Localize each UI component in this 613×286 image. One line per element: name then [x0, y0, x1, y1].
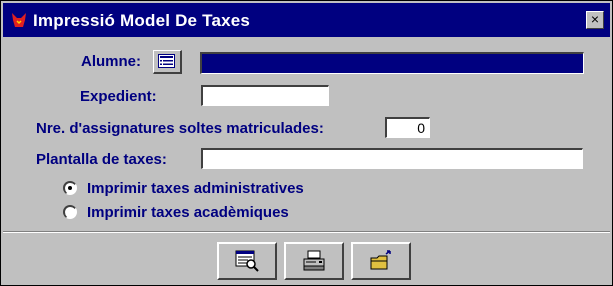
expedient-label: Expedient: [80, 88, 157, 105]
preview-icon [235, 250, 259, 272]
printer-icon [303, 250, 325, 271]
alumne-field[interactable] [200, 52, 584, 74]
separator [3, 231, 610, 233]
radio-button-administratives[interactable] [63, 181, 77, 195]
nre-assignatures-field[interactable] [385, 117, 430, 138]
radio-button-academiques[interactable] [63, 205, 77, 219]
close-icon: × [590, 11, 600, 27]
open-folder-icon [370, 250, 391, 270]
preview-button[interactable] [217, 242, 277, 280]
expedient-field[interactable] [201, 85, 329, 106]
radio-label-administratives: Imprimir taxes administratives [87, 180, 304, 197]
list-icon [158, 54, 175, 68]
print-button[interactable] [284, 242, 344, 280]
close-button[interactable]: × [586, 11, 604, 29]
title-bar[interactable]: Impressió Model De Taxes × [3, 3, 610, 37]
alumne-label: Alumne: [81, 53, 141, 70]
plantilla-field[interactable] [201, 148, 583, 169]
alumne-lookup-button[interactable] [153, 50, 182, 74]
open-folder-button[interactable] [351, 242, 411, 280]
window-title: Impressió Model De Taxes [33, 11, 251, 30]
radio-label-academiques: Imprimir taxes acadèmiques [87, 204, 289, 221]
app-icon [9, 10, 29, 30]
nre-assignatures-label: Nre. d'assignatures soltes matriculades: [36, 120, 324, 137]
print-dialog-window: Impressió Model De Taxes × Alumne: Exped… [0, 0, 613, 286]
radio-selected-dot [68, 186, 72, 190]
plantilla-label: Plantalla de taxes: [36, 151, 167, 168]
